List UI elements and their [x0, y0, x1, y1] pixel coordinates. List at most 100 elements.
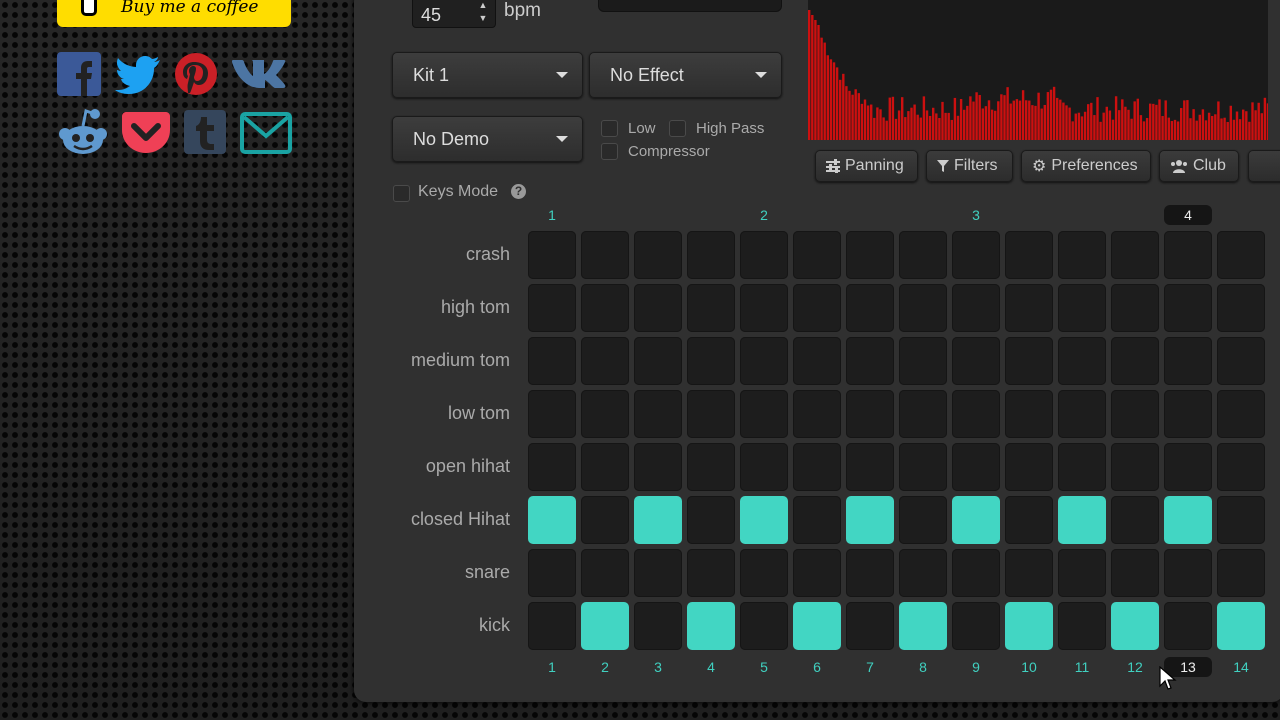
step-cell[interactable]: [846, 602, 894, 650]
step-cell[interactable]: [687, 443, 735, 491]
step-cell[interactable]: [634, 549, 682, 597]
step-cell[interactable]: [687, 337, 735, 385]
help-icon[interactable]: ?: [511, 184, 526, 199]
step-cell[interactable]: [1164, 602, 1212, 650]
step-cell[interactable]: [899, 390, 947, 438]
email-icon[interactable]: [240, 112, 292, 154]
step-cell[interactable]: [1217, 337, 1265, 385]
step-cell[interactable]: [1217, 549, 1265, 597]
step-cell[interactable]: [740, 443, 788, 491]
step-cell[interactable]: [1005, 602, 1053, 650]
step-cell[interactable]: [1217, 443, 1265, 491]
step-cell[interactable]: [528, 284, 576, 332]
step-cell[interactable]: [899, 443, 947, 491]
step-cell[interactable]: [952, 390, 1000, 438]
step-cell[interactable]: [1164, 337, 1212, 385]
step-cell[interactable]: [1111, 390, 1159, 438]
spin-up-icon[interactable]: ▲: [475, 0, 491, 12]
tumblr-icon[interactable]: [184, 110, 226, 154]
step-cell[interactable]: [1058, 337, 1106, 385]
step-cell[interactable]: [528, 496, 576, 544]
step-cell[interactable]: [581, 231, 629, 279]
step-cell[interactable]: [1058, 496, 1106, 544]
step-cell[interactable]: [952, 496, 1000, 544]
step-cell[interactable]: [846, 231, 894, 279]
step-cell[interactable]: [740, 496, 788, 544]
step-cell[interactable]: [1005, 549, 1053, 597]
volume-slider[interactable]: [598, 0, 782, 12]
step-cell[interactable]: [581, 443, 629, 491]
twitter-icon[interactable]: [114, 52, 162, 96]
step-cell[interactable]: [952, 602, 1000, 650]
tempo-input[interactable]: 45 ▲ ▼: [412, 0, 496, 28]
step-cell[interactable]: [528, 231, 576, 279]
step-cell[interactable]: [1005, 337, 1053, 385]
step-cell[interactable]: [528, 390, 576, 438]
step-cell[interactable]: [634, 602, 682, 650]
more-button[interactable]: [1248, 150, 1280, 182]
step-cell[interactable]: [1217, 231, 1265, 279]
step-cell[interactable]: [1164, 231, 1212, 279]
vk-icon[interactable]: [231, 56, 287, 92]
buy-me-a-coffee-button[interactable]: Buy me a coffee: [57, 0, 291, 27]
pocket-icon[interactable]: [121, 110, 171, 154]
step-cell[interactable]: [740, 284, 788, 332]
step-cell[interactable]: [1111, 284, 1159, 332]
step-cell[interactable]: [1058, 390, 1106, 438]
step-cell[interactable]: [1058, 284, 1106, 332]
step-cell[interactable]: [581, 337, 629, 385]
step-cell[interactable]: [1058, 549, 1106, 597]
step-cell[interactable]: [634, 390, 682, 438]
step-cell[interactable]: [899, 549, 947, 597]
step-cell[interactable]: [1058, 602, 1106, 650]
step-cell[interactable]: [793, 496, 841, 544]
step-cell[interactable]: [846, 496, 894, 544]
step-cell[interactable]: [581, 390, 629, 438]
low-checkbox[interactable]: [601, 120, 618, 137]
step-cell[interactable]: [528, 337, 576, 385]
demo-select[interactable]: No Demo: [392, 116, 583, 162]
step-cell[interactable]: [1111, 602, 1159, 650]
step-cell[interactable]: [1164, 443, 1212, 491]
step-cell[interactable]: [1111, 496, 1159, 544]
step-cell[interactable]: [687, 284, 735, 332]
step-cell[interactable]: [793, 337, 841, 385]
high-pass-checkbox[interactable]: [669, 120, 686, 137]
step-cell[interactable]: [899, 496, 947, 544]
step-cell[interactable]: [528, 549, 576, 597]
step-cell[interactable]: [1164, 549, 1212, 597]
step-cell[interactable]: [846, 284, 894, 332]
step-cell[interactable]: [1164, 496, 1212, 544]
step-cell[interactable]: [687, 231, 735, 279]
step-cell[interactable]: [793, 443, 841, 491]
step-cell[interactable]: [581, 549, 629, 597]
step-cell[interactable]: [1111, 443, 1159, 491]
step-cell[interactable]: [1164, 390, 1212, 438]
step-cell[interactable]: [1005, 496, 1053, 544]
step-cell[interactable]: [687, 549, 735, 597]
step-cell[interactable]: [1005, 443, 1053, 491]
step-cell[interactable]: [634, 337, 682, 385]
step-cell[interactable]: [1217, 284, 1265, 332]
step-cell[interactable]: [793, 602, 841, 650]
step-cell[interactable]: [634, 231, 682, 279]
step-cell[interactable]: [793, 390, 841, 438]
step-cell[interactable]: [793, 284, 841, 332]
reddit-icon[interactable]: [57, 106, 109, 156]
step-cell[interactable]: [687, 390, 735, 438]
step-cell[interactable]: [846, 337, 894, 385]
step-cell[interactable]: [952, 284, 1000, 332]
step-cell[interactable]: [1217, 496, 1265, 544]
step-cell[interactable]: [899, 602, 947, 650]
panning-button[interactable]: Panning: [815, 150, 918, 182]
step-cell[interactable]: [740, 549, 788, 597]
step-cell[interactable]: [528, 443, 576, 491]
step-cell[interactable]: [740, 602, 788, 650]
step-cell[interactable]: [1217, 602, 1265, 650]
step-cell[interactable]: [740, 337, 788, 385]
step-cell[interactable]: [1005, 390, 1053, 438]
step-cell[interactable]: [899, 337, 947, 385]
compressor-checkbox[interactable]: [601, 143, 618, 160]
step-cell[interactable]: [687, 496, 735, 544]
step-cell[interactable]: [634, 443, 682, 491]
